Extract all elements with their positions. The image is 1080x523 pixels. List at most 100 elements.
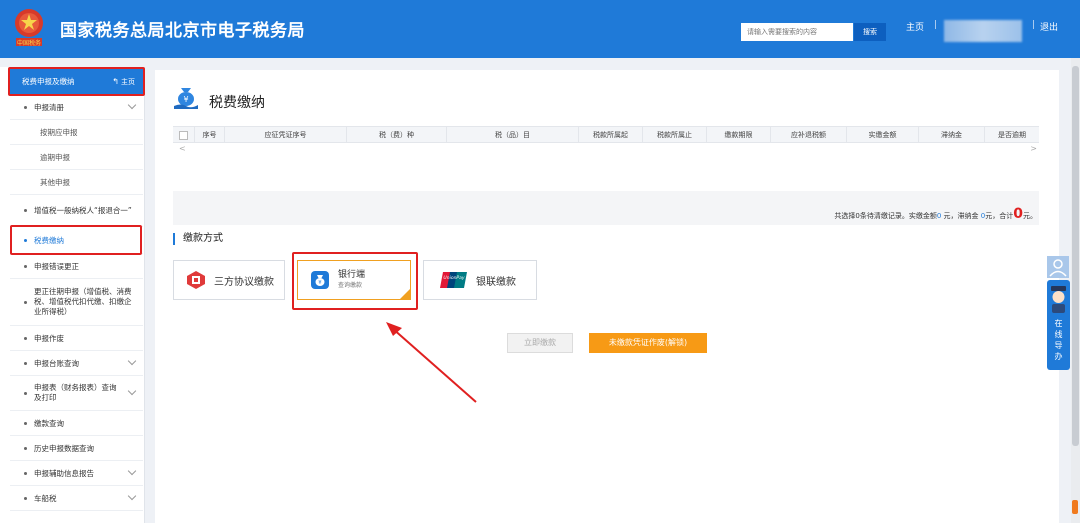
sidebar-item-payment-query[interactable]: 缴款查询	[10, 411, 143, 436]
sidebar-item-declaration-list[interactable]: 申报清册	[10, 95, 143, 120]
sidebar-item-error-correction[interactable]: 申报错误更正	[10, 254, 143, 279]
sidebar-item-history-query[interactable]: 历史申报数据查询	[10, 436, 143, 461]
unionpay-logo-text: UnionPay	[443, 275, 464, 281]
column-header: 是否逾期	[998, 131, 1026, 139]
summary-bar: 共选择0条待清缴记录。实缴金额0 元，滞纳金 0元，合计0元。	[173, 191, 1039, 225]
sidebar-item-periodic-declaration[interactable]: 按期应申报	[10, 120, 143, 145]
highlight-box	[292, 252, 418, 310]
column-header: 缴款期限	[707, 127, 771, 142]
chevron-down-icon	[127, 491, 137, 501]
header-separator: |	[1032, 20, 1036, 30]
sidebar-item-label: 申报错误更正	[34, 261, 79, 271]
summary-prefix: 共选择0条待清缴记录。实缴金额	[834, 212, 937, 220]
top-header: 中国税务 国家税务总局北京市电子税务局 搜索 主页 | | 退出	[0, 0, 1080, 58]
sidebar-item-label: 历史申报数据查询	[34, 443, 94, 453]
scroll-right-icon[interactable]: >	[1030, 144, 1037, 153]
method-tripartite-agreement[interactable]: 三方协议缴款	[173, 260, 285, 300]
assistant-avatar-icon	[1051, 286, 1066, 313]
scroll-left-icon[interactable]: <	[179, 144, 186, 153]
void-voucher-button[interactable]: 未缴款凭证作废(解锁)	[589, 333, 707, 353]
user-name-blurred[interactable]	[944, 20, 1022, 42]
sidebar-item-overdue-declaration[interactable]: 逾期申报	[10, 145, 143, 170]
column-header: 实缴金额	[847, 127, 919, 142]
online-guide-label: 在线导办	[1047, 318, 1070, 362]
method-label: 三方协议缴款	[214, 276, 274, 288]
tax-emblem-icon: 中国税务	[15, 9, 43, 47]
sidebar-item-label: 按期应申报	[40, 127, 78, 137]
bullet-dot-icon	[24, 264, 27, 268]
page-title: 税费缴纳	[209, 95, 265, 111]
column-header: 税款所属止	[643, 127, 707, 142]
chevron-down-icon	[127, 100, 137, 110]
sidebar-item-void-declaration[interactable]: 申报作废	[10, 326, 143, 351]
column-header: 应补退税额	[771, 127, 847, 142]
bullet-dot-icon	[24, 496, 27, 500]
sidebar-item-label: 申报清册	[34, 102, 64, 112]
sidebar-item-auxiliary-report[interactable]: 申报辅助信息报告	[10, 461, 143, 486]
money-bag-icon: ¥	[174, 88, 198, 109]
bullet-dot-icon	[24, 391, 27, 395]
sidebar-item-label: 其他申报	[40, 177, 70, 187]
bullet-dot-icon	[24, 471, 27, 475]
sidebar-item-past-correction[interactable]: 更正往期申报（增值税、消费税、增值税代扣代缴、扣缴企业所得税）	[10, 279, 143, 326]
summary-suffix: 元。	[1023, 212, 1037, 220]
unionpay-logo-icon: UnionPay	[440, 272, 467, 288]
user-profile-icon[interactable]	[1047, 256, 1069, 278]
search-button[interactable]: 搜索	[854, 23, 886, 41]
sidebar-item-vehicle-tax[interactable]: 车船税	[10, 486, 143, 511]
bullet-dot-icon	[24, 361, 27, 365]
bullet-dot-icon	[24, 421, 27, 425]
sidebar-item-label: 更正往期申报（增值税、消费税、增值税代扣代缴、扣缴企业所得税）	[34, 287, 132, 316]
bullet-dot-icon	[24, 446, 27, 450]
chevron-down-icon	[127, 386, 137, 396]
emblem-text: 中国税务	[17, 39, 41, 47]
sidebar-item-label: 申报辅助信息报告	[34, 468, 94, 478]
sidebar-item-label: 逾期申报	[40, 152, 70, 162]
sidebar-item-label: 缴款查询	[34, 418, 64, 428]
header-separator: |	[934, 20, 938, 30]
sidebar-item-report-print[interactable]: 申报表（财务报表）查询及打印	[10, 376, 143, 411]
sidebar: 税费申报及缴纳 ↰ 主页 申报清册 按期应申报 逾期申报 其他申报 增值税一般纳税…	[0, 67, 145, 523]
sidebar-item-label: 申报作废	[34, 333, 64, 343]
sidebar-item-other-declaration[interactable]: 其他申报	[10, 170, 143, 195]
bullet-dot-icon	[24, 105, 27, 109]
scroll-indicator	[1072, 500, 1078, 514]
chevron-down-icon	[127, 356, 137, 366]
header-home-link[interactable]: 主页	[906, 20, 924, 33]
bullet-dot-icon	[24, 209, 27, 212]
sidebar-item-vat-combined[interactable]: 增值税一般纳税人“报退合一”	[10, 195, 143, 227]
summary-mid: 元，合计	[985, 212, 1014, 220]
online-guide-button[interactable]: 在线导办	[1047, 280, 1070, 370]
table-scrollbar[interactable]: < >	[173, 143, 1039, 153]
pay-now-button[interactable]: 立即缴款	[507, 333, 573, 353]
scrollbar-thumb[interactable]	[1072, 66, 1079, 446]
section-title-payment-method: 缴款方式	[173, 233, 223, 245]
site-title: 国家税务总局北京市电子税务局	[60, 21, 305, 41]
sidebar-item-label: 申报表（财务报表）查询及打印	[34, 383, 117, 402]
svg-text:¥: ¥	[183, 95, 188, 104]
sidebar-item-label: 车船税	[34, 493, 57, 503]
column-header: 税（品）目	[447, 127, 579, 142]
highlight-box	[8, 67, 145, 96]
select-all-checkbox[interactable]	[173, 127, 195, 142]
sidebar-item-ledger-query[interactable]: 申报台账查询	[10, 351, 143, 376]
summary-total: 0	[1013, 206, 1023, 222]
column-header: 应征凭证序号	[225, 127, 347, 142]
search-input[interactable]	[741, 23, 853, 41]
column-header: 税款所属起	[579, 127, 643, 142]
method-label: 银联缴款	[476, 276, 516, 288]
logout-link[interactable]: 退出	[1040, 20, 1058, 33]
summary-text: 共选择0条待清缴记录。实缴金额0 元，滞纳金 0元，合计0元。	[834, 206, 1037, 222]
page-scrollbar[interactable]	[1071, 58, 1080, 523]
sidebar-item-label: 申报台账查询	[34, 358, 79, 368]
online-guide-text: 在线导办	[1054, 319, 1063, 361]
highlight-box	[10, 225, 142, 255]
method-unionpay[interactable]: UnionPay 银联缴款	[423, 260, 537, 300]
main-panel: ¥ 税费缴纳 序号 应征凭证序号 税（费）种 税（品）目 税款所属起 税款所属止…	[155, 70, 1059, 523]
payment-table: 序号 应征凭证序号 税（费）种 税（品）目 税款所属起 税款所属止 缴款期限 应…	[173, 126, 1039, 153]
column-header: 滞纳金	[919, 127, 985, 142]
bullet-dot-icon	[24, 300, 27, 304]
sidebar-item-label: 增值税一般纳税人“报退合一”	[34, 205, 132, 215]
column-header: 序号	[195, 127, 225, 142]
annotation-arrow-icon	[386, 322, 477, 403]
